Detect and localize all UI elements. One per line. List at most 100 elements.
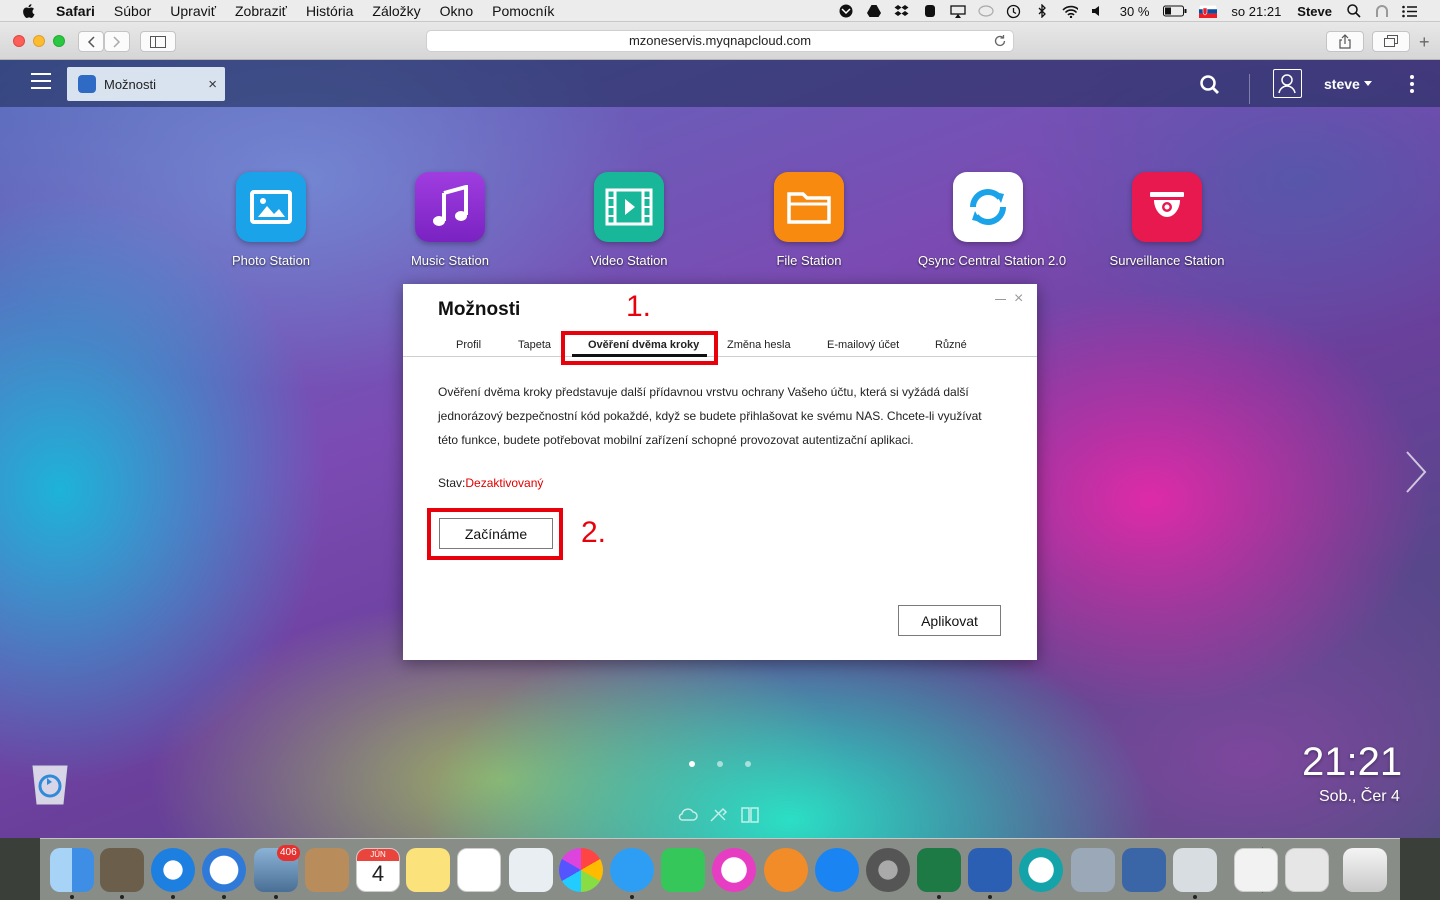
window-minimize-button[interactable] [33, 35, 45, 47]
sidebar-toggle-button[interactable] [140, 31, 176, 52]
menu-zalozky[interactable]: Záložky [372, 3, 420, 19]
menu-bar-clock[interactable]: so 21:21 [1231, 4, 1281, 19]
safari-icon[interactable] [151, 848, 195, 892]
menu-zobrazit[interactable]: Zobraziť [235, 3, 287, 19]
share-button[interactable] [1326, 31, 1364, 52]
remote-desktop-icon[interactable] [1173, 848, 1217, 892]
window-close-button[interactable] [13, 35, 25, 47]
window-tab-moznosti[interactable]: Možnosti × [67, 67, 225, 101]
tab-tapeta[interactable]: Tapeta [518, 339, 551, 351]
dropbox-icon[interactable] [894, 4, 910, 18]
downloads-icon[interactable] [1285, 848, 1329, 892]
malwarebytes-icon[interactable] [838, 4, 854, 18]
apply-button[interactable]: Aplikovat [898, 605, 1001, 636]
macos-dock: 406 JÚN 4 [0, 838, 1440, 900]
page-dot-1[interactable] [689, 761, 695, 767]
app-photo-station[interactable]: Photo Station [201, 172, 341, 268]
menu-bar-user[interactable]: Steve [1297, 4, 1332, 19]
spotlight-icon[interactable] [1346, 4, 1362, 18]
dialog-minimize-icon[interactable] [995, 299, 1006, 300]
system-preferences-icon[interactable] [866, 848, 910, 892]
tab-overview-button[interactable] [1372, 31, 1410, 52]
more-options-icon[interactable] [1410, 75, 1414, 95]
evernote-icon[interactable] [922, 4, 938, 18]
app-qsync-central-station[interactable]: Qsync Central Station 2.0 [918, 172, 1066, 268]
book-icon[interactable] [740, 806, 760, 824]
recycle-bin-icon[interactable] [27, 760, 73, 806]
wireless-diagnostics-icon[interactable] [1122, 848, 1166, 892]
back-button[interactable] [78, 31, 104, 52]
pdf-documents-icon[interactable] [1234, 848, 1278, 892]
calendar-icon[interactable]: JÚN 4 [356, 848, 400, 892]
main-menu-icon[interactable] [31, 73, 51, 91]
window-fullscreen-button[interactable] [53, 35, 65, 47]
excel-icon[interactable] [917, 848, 961, 892]
app-file-station[interactable]: File Station [739, 172, 879, 268]
word-icon[interactable] [968, 848, 1012, 892]
two-step-description: Ověření dvěma kroky představuje další př… [438, 385, 982, 447]
menu-pomocnik[interactable]: Pomocník [492, 3, 554, 19]
page-dot-3[interactable] [745, 761, 751, 767]
tools-icon[interactable] [709, 806, 729, 824]
menu-historia[interactable]: História [306, 3, 353, 19]
apple-menu-icon[interactable] [20, 2, 38, 20]
app-surveillance-station[interactable]: Surveillance Station [1097, 172, 1237, 268]
sidebar-icon [150, 35, 166, 48]
tab-change-password[interactable]: Změna hesla [727, 339, 791, 351]
google-drive-icon[interactable] [866, 4, 882, 18]
wifi-icon[interactable] [1062, 4, 1078, 18]
siri-icon[interactable] [1374, 4, 1390, 18]
cloud-icon[interactable] [678, 806, 698, 824]
address-bar[interactable]: mzoneservis.myqnapcloud.com [426, 30, 1014, 52]
dialog-close-icon[interactable]: × [1014, 290, 1023, 308]
contacts-icon[interactable] [305, 848, 349, 892]
tab-profil[interactable]: Profil [456, 339, 481, 351]
ibooks-icon[interactable] [764, 848, 808, 892]
messages-status-icon[interactable] [978, 4, 994, 18]
bluetooth-icon[interactable] [1034, 4, 1050, 18]
new-tab-button[interactable]: + [1419, 32, 1430, 53]
preview-icon[interactable] [509, 848, 553, 892]
photos-icon[interactable] [559, 848, 603, 892]
tab-misc[interactable]: Různé [935, 339, 967, 351]
search-icon[interactable] [1199, 74, 1221, 96]
tab-email-account[interactable]: E-mailový účet [827, 339, 899, 351]
facetime-icon[interactable] [661, 848, 705, 892]
airplay-icon[interactable] [950, 4, 966, 18]
itunes-icon[interactable] [712, 848, 756, 892]
next-page-arrow-icon[interactable] [1404, 450, 1428, 494]
notes-icon[interactable] [406, 848, 450, 892]
time-machine-icon[interactable] [1006, 4, 1022, 18]
menu-app-name[interactable]: Safari [56, 3, 95, 19]
toolbar-divider [1249, 74, 1250, 104]
reload-icon[interactable] [993, 34, 1007, 48]
folder-icon [774, 172, 844, 242]
app-music-station[interactable]: Music Station [380, 172, 520, 268]
slovak-flag-icon[interactable] [1199, 4, 1218, 18]
app-store-icon[interactable] [815, 848, 859, 892]
calendar-day: 4 [371, 861, 385, 886]
messages-icon[interactable] [610, 848, 654, 892]
forklift-icon[interactable] [100, 848, 144, 892]
forward-button[interactable] [104, 31, 130, 52]
airmail-icon[interactable] [202, 848, 246, 892]
page-dot-2[interactable] [717, 761, 723, 767]
qfinder-icon[interactable] [1019, 848, 1063, 892]
tab-close-icon[interactable]: × [208, 76, 217, 93]
trash-icon[interactable] [1343, 848, 1387, 892]
running-indicator [988, 895, 992, 899]
battery-icon[interactable] [1163, 4, 1187, 18]
username-label[interactable]: steve [1324, 76, 1360, 92]
reminders-icon[interactable] [457, 848, 501, 892]
finder-icon[interactable] [50, 848, 94, 892]
menu-upravit[interactable]: Upraviť [170, 3, 216, 19]
notification-center-icon[interactable] [1402, 4, 1418, 18]
user-menu-caret-icon[interactable] [1364, 81, 1372, 86]
volume-icon[interactable] [1090, 4, 1106, 18]
dock-shelf: 406 JÚN 4 [40, 838, 1400, 900]
network-utility-icon[interactable] [1071, 848, 1115, 892]
menu-subor[interactable]: Súbor [114, 3, 151, 19]
user-avatar-icon[interactable] [1273, 69, 1302, 98]
app-video-station[interactable]: Video Station [559, 172, 699, 268]
menu-okno[interactable]: Okno [440, 3, 473, 19]
